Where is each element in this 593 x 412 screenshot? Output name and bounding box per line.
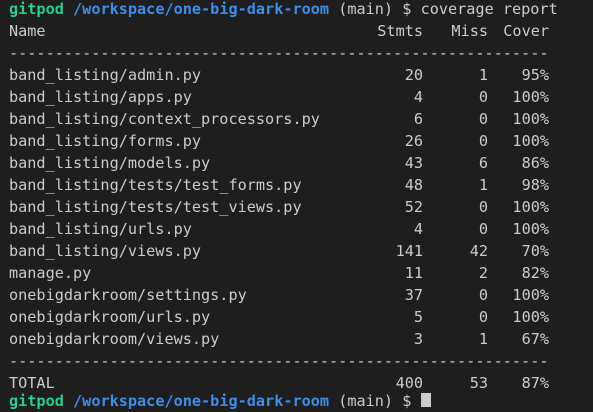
row-cover: 95% [521, 66, 549, 84]
table-row: manage.py 11 2 82% [9, 262, 593, 284]
table-header: Name Stmts Miss Cover [9, 20, 593, 42]
table-row: onebigdarkroom/settings.py 37 0 100% [9, 284, 593, 306]
table-row: band_listing/tests/test_forms.py 48 1 98% [9, 174, 593, 196]
row-name: band_listing/context_processors.py [9, 110, 320, 128]
table-row: onebigdarkroom/urls.py 5 0 100% [9, 306, 593, 328]
row-cover: 100% [512, 198, 549, 216]
table-row: band_listing/context_processors.py 6 0 100% [9, 108, 593, 130]
row-miss: 0 [478, 132, 488, 150]
row-cover: 100% [512, 132, 549, 150]
row-miss: 0 [478, 110, 488, 128]
prompt-symbol: $ [402, 0, 412, 18]
total-miss: 53 [469, 374, 488, 392]
row-stmts: 11 [404, 264, 423, 282]
header-miss: Miss [451, 22, 488, 40]
header-name: Name [9, 22, 46, 40]
row-name: band_listing/views.py [9, 242, 202, 260]
row-stmts: 5 [413, 308, 423, 326]
row-miss: 0 [478, 220, 488, 238]
row-stmts: 48 [404, 176, 423, 194]
row-stmts: 37 [404, 286, 423, 304]
row-miss: 0 [478, 88, 488, 106]
row-name: onebigdarkroom/settings.py [9, 286, 247, 304]
cursor-icon [420, 393, 431, 407]
prompt-command: coverage report [420, 0, 558, 18]
table-row: onebigdarkroom/views.py 3 1 67% [9, 328, 593, 350]
next-prompt-branch: (main) [338, 392, 394, 410]
terminal-output[interactable]: gitpod /workspace/one-big-dark-room (mai… [9, 0, 593, 394]
row-miss: 42 [469, 242, 488, 260]
header-cover: Cover [503, 22, 549, 40]
header-stmts: Stmts [377, 22, 423, 40]
row-name: band_listing/admin.py [9, 66, 202, 84]
separator-bottom: ----------------------------------------… [9, 350, 593, 372]
table-row: band_listing/tests/test_views.py 52 0 100% [9, 196, 593, 218]
row-name: band_listing/tests/test_views.py [9, 198, 302, 216]
separator-top: ----------------------------------------… [9, 42, 593, 64]
row-cover: 70% [521, 242, 549, 260]
row-stmts: 4 [413, 220, 423, 238]
row-cover: 100% [512, 286, 549, 304]
table-row: band_listing/views.py 141 42 70% [9, 240, 593, 262]
next-prompt-user: gitpod [9, 392, 64, 410]
row-miss: 6 [478, 154, 488, 172]
row-name: onebigdarkroom/urls.py [9, 308, 211, 326]
row-stmts: 26 [404, 132, 423, 150]
row-miss: 1 [478, 66, 488, 84]
separator-line: ----------------------------------------… [9, 352, 549, 370]
row-cover: 100% [512, 308, 549, 326]
table-row: band_listing/admin.py 20 1 95% [9, 64, 593, 86]
row-cover: 67% [521, 330, 549, 348]
row-cover: 98% [521, 176, 549, 194]
row-miss: 1 [478, 176, 488, 194]
table-row: band_listing/urls.py 4 0 100% [9, 218, 593, 240]
row-miss: 0 [478, 198, 488, 216]
prompt-branch: (main) [338, 0, 394, 18]
next-prompt-line[interactable]: gitpod /workspace/one-big-dark-room (mai… [9, 390, 431, 412]
row-stmts: 43 [404, 154, 423, 172]
row-name: band_listing/models.py [9, 154, 211, 172]
row-stmts: 4 [413, 88, 423, 106]
row-name: manage.py [9, 264, 92, 282]
row-stmts: 3 [413, 330, 423, 348]
row-cover: 100% [512, 220, 549, 238]
next-prompt-path: /workspace/one-big-dark-room [73, 392, 330, 410]
row-stmts: 52 [404, 198, 423, 216]
row-stmts: 20 [404, 66, 423, 84]
table-row: band_listing/apps.py 4 0 100% [9, 86, 593, 108]
prompt-line: gitpod /workspace/one-big-dark-room (mai… [9, 0, 593, 20]
table-row: band_listing/models.py 43 6 86% [9, 152, 593, 174]
row-cover: 82% [521, 264, 549, 282]
row-name: onebigdarkroom/views.py [9, 330, 220, 348]
row-cover: 86% [521, 154, 549, 172]
row-name: band_listing/apps.py [9, 88, 192, 106]
prompt-user: gitpod [9, 0, 64, 18]
row-miss: 2 [478, 264, 488, 282]
row-name: band_listing/forms.py [9, 132, 202, 150]
row-cover: 100% [512, 110, 549, 128]
row-cover: 100% [512, 88, 549, 106]
row-name: band_listing/urls.py [9, 220, 192, 238]
total-cover: 87% [521, 374, 549, 392]
separator-line: ----------------------------------------… [9, 44, 549, 62]
row-stmts: 6 [413, 110, 423, 128]
table-row: band_listing/forms.py 26 0 100% [9, 130, 593, 152]
row-miss: 0 [478, 286, 488, 304]
row-name: band_listing/tests/test_forms.py [9, 176, 302, 194]
row-miss: 0 [478, 308, 488, 326]
next-prompt-symbol: $ [402, 392, 412, 410]
prompt-path: /workspace/one-big-dark-room [73, 0, 330, 18]
row-miss: 1 [478, 330, 488, 348]
row-stmts: 141 [395, 242, 423, 260]
